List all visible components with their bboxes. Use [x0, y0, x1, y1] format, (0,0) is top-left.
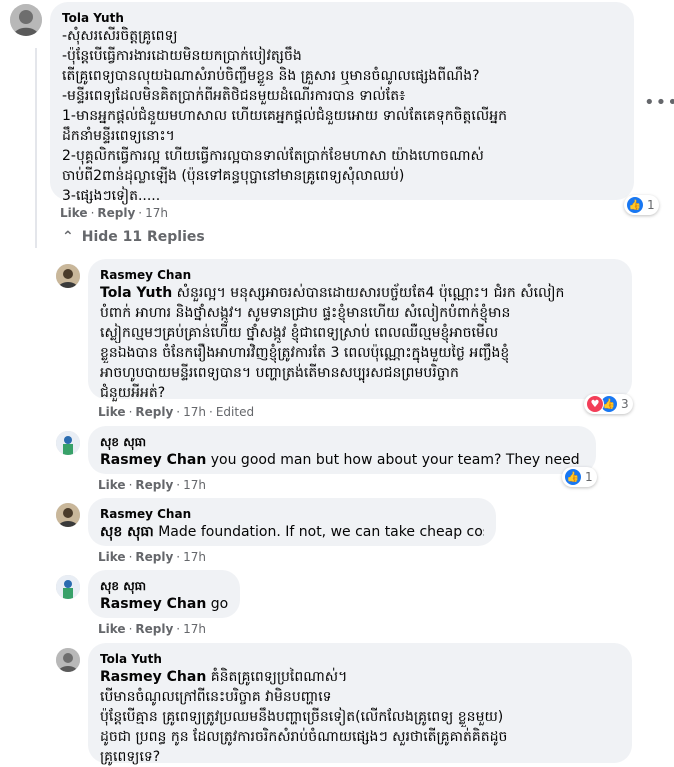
- reaction-count: 1: [585, 470, 593, 484]
- comment-actions: Like · Reply · 17h: [60, 206, 168, 220]
- timestamp[interactable]: 17h: [183, 405, 206, 419]
- comment-text-line: -ប៉ុន្តែបើធ្វើការងារដោយមិនយកប្រាក់បៀវត្ស…: [62, 48, 302, 64]
- comment-text-line: តើគ្រូពេទ្យបានលុយឯណាសំរាប់ចិញ្ចឹមខ្លួន ន…: [62, 68, 480, 84]
- like-button[interactable]: Like: [98, 550, 126, 564]
- timestamp[interactable]: 17h: [183, 622, 206, 636]
- reply-button[interactable]: Reply: [97, 206, 135, 220]
- mention-link[interactable]: Tola Yuth: [100, 285, 172, 301]
- edited-label[interactable]: Edited: [216, 405, 254, 419]
- comment-text-line: បំពាក់ អាហារ និងថ្នាំសង្កូវ។ សូមទានជ្រាប…: [100, 305, 511, 321]
- comment-text-line: ដូចជា ប្រពន្ធ កូន ដែលត្រូវការចរិកសំរាប់ច…: [100, 729, 508, 745]
- user-photo-icon: [56, 264, 80, 288]
- like-button[interactable]: Like: [98, 478, 126, 492]
- comment-text-line: សុខ សុធា Made foundation. If not, we can…: [100, 524, 484, 540]
- reply-button[interactable]: Reply: [135, 550, 173, 564]
- thread-connector: [35, 48, 37, 248]
- hide-replies-button[interactable]: ⌃ Hide 11 Replies: [62, 229, 205, 245]
- comment-author[interactable]: សុខ សុធា: [100, 434, 584, 450]
- chevron-up-icon: ⌃: [62, 229, 74, 245]
- avatar-tola-yuth[interactable]: [10, 4, 42, 36]
- comment-text-line: -សុំសរសើរចិត្តគ្រូពេទ្យ: [62, 28, 178, 44]
- comment-text-line: Rasmey Chan good: [100, 596, 228, 612]
- comment-text-line: អាចហូបបាយមន្ទីរពេទ្យបាន។ បញ្ហាត្រង់តើមាន…: [100, 365, 459, 381]
- user-photo-icon: [56, 431, 80, 455]
- comment-actions: Like · Reply · 17h · Edited: [98, 405, 255, 419]
- comment-text-line: Rasmey Chan you good man but how about y…: [100, 452, 584, 468]
- comment-author[interactable]: សុខ សុធា: [100, 578, 228, 594]
- avatar-rasmey-chan[interactable]: [56, 264, 80, 288]
- timestamp[interactable]: 17h: [183, 550, 206, 564]
- comment-author[interactable]: Rasmey Chan: [100, 506, 484, 522]
- comment-text-line: ចាប់ពី2ពាន់ដុល្លាឡើង (ប៉ុនទៅគន្ធបុប្ផានៅ…: [62, 168, 405, 184]
- reaction-count: 3: [621, 397, 629, 411]
- like-button[interactable]: Like: [60, 206, 88, 220]
- comment-text-line: គ្រូពេទ្យទេ?: [100, 749, 161, 765]
- reply-button[interactable]: Reply: [135, 622, 173, 636]
- like-reaction-icon: 👍: [626, 196, 644, 214]
- comment-text-line: ដឹកនាំមន្ទីរពេទ្យនោះ។: [62, 128, 175, 144]
- reply-button[interactable]: Reply: [135, 478, 173, 492]
- comment-bubble: សុខ សុធា Rasmey Chan you good man but ho…: [88, 426, 596, 474]
- comment-text-line: Rasmey Chan គំនិតគ្រូពេទ្យប្រពៃណាស់។: [100, 669, 348, 685]
- comment-text-line: 2-បុគ្គលិកធ្វើការល្អ ហើយធ្វើការល្អបានទាល…: [62, 148, 484, 164]
- comment-text-line: 3-ផ្សេងៗទៀត.....: [62, 188, 161, 204]
- comment-author[interactable]: Tola Yuth: [62, 10, 622, 26]
- comment-bubble: Tola Yuth -សុំសរសើរចិត្តគ្រូពេទ្យ -ប៉ុន្…: [50, 2, 634, 204]
- avatar-sok-sotheara[interactable]: [56, 431, 80, 455]
- comment-text-line: -មន្ទីរពេទ្យដែលមិនគិតប្រាក់ពីអតិថិជនមួយដ…: [62, 88, 406, 104]
- heart-reaction-icon: ♥: [586, 395, 604, 413]
- like-button[interactable]: Like: [98, 622, 126, 636]
- comment-author[interactable]: Rasmey Chan: [100, 267, 620, 283]
- user-photo-icon: [56, 575, 80, 599]
- comment-text-line: ស្លៀកល្មមៗគ្រប់គ្រាន់ហើយ ថ្នាំសង្កូវ ខ្ញ…: [100, 325, 499, 341]
- reaction-count: 1: [647, 198, 655, 212]
- comment-text-line: បើមានចំណូលក្រៅពីនេះបរិច្ចាគ វាមិនបញ្ហាទេ: [100, 689, 332, 705]
- hide-replies-label: Hide 11 Replies: [81, 229, 205, 245]
- comment-bubble: Rasmey Chan Tola Yuth សំនួរល្អ។ មនុស្សអា…: [88, 259, 632, 401]
- like-reaction-icon: 👍: [564, 468, 582, 486]
- comment-text-line: ប៉ុន្តែបើគ្មាន គ្រូពេទ្យត្រូវប្រឈមនឹងបញ្…: [100, 709, 504, 725]
- mention-link[interactable]: Rasmey Chan: [100, 452, 206, 468]
- avatar-tola-yuth[interactable]: [56, 648, 80, 672]
- avatar-rasmey-chan[interactable]: [56, 503, 80, 527]
- timestamp[interactable]: 17h: [183, 478, 206, 492]
- avatar-sok-sotheara[interactable]: [56, 575, 80, 599]
- timestamp[interactable]: 17h: [145, 206, 168, 220]
- reaction-summary[interactable]: 👍 1: [624, 195, 659, 215]
- mention-link[interactable]: Rasmey Chan: [100, 596, 206, 612]
- more-options-icon[interactable]: •••: [644, 92, 674, 113]
- comment-text-line: Tola Yuth សំនួរល្អ។ មនុស្សអាចរស់បានដោយសា…: [100, 285, 565, 301]
- comment-text-line: 1-មានអ្នកផ្តល់ជំនួយមហាសាល ហើយគេអ្នកផ្តល់…: [62, 108, 507, 124]
- comment-actions: Like · Reply · 17h: [98, 550, 206, 564]
- comment-text-line: ជំនួយអីអត់?: [100, 385, 166, 401]
- mention-link[interactable]: សុខ សុធា: [100, 524, 154, 540]
- comment-actions: Like · Reply · 17h: [98, 622, 206, 636]
- reaction-summary[interactable]: 👍 1: [562, 467, 597, 487]
- reply-button[interactable]: Reply: [135, 405, 173, 419]
- comment-author[interactable]: Tola Yuth: [100, 651, 620, 667]
- like-button[interactable]: Like: [98, 405, 126, 419]
- comment-text-line: ខ្លួនឯងបាន ចំនែករឿងអាហារវិញខ្ញុំត្រូវការ…: [100, 345, 510, 361]
- comment-bubble: សុខ សុធា Rasmey Chan good: [88, 570, 240, 618]
- mention-link[interactable]: Rasmey Chan: [100, 669, 206, 685]
- reaction-summary[interactable]: ♥ 👍 3: [584, 394, 633, 414]
- comment-bubble: Tola Yuth Rasmey Chan គំនិតគ្រូពេទ្យប្រព…: [88, 643, 632, 765]
- comment-bubble: Rasmey Chan សុខ សុធា Made foundation. If…: [88, 498, 496, 546]
- user-photo-icon: [10, 4, 42, 36]
- comment-actions: Like · Reply · 17h: [98, 478, 206, 492]
- user-photo-icon: [56, 503, 80, 527]
- user-photo-icon: [56, 648, 80, 672]
